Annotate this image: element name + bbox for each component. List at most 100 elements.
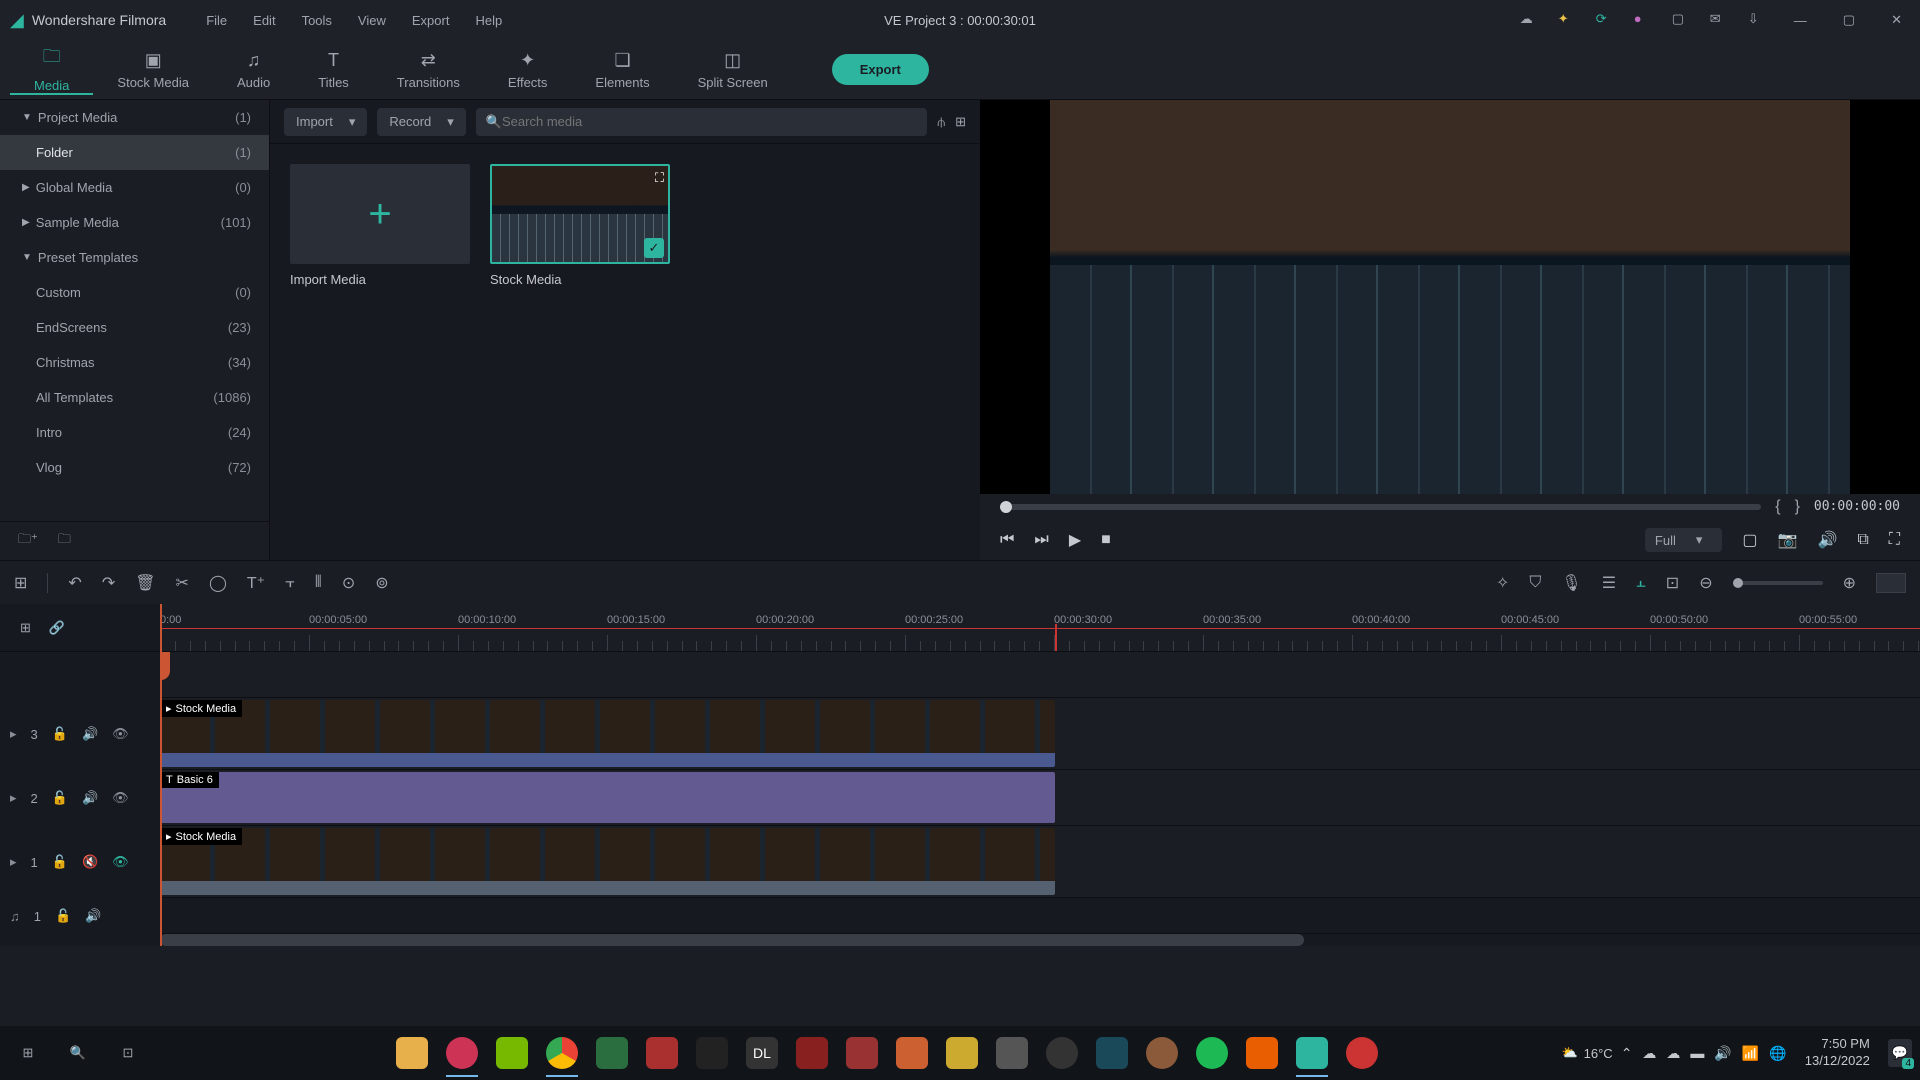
audio-button[interactable]: ⦀ xyxy=(315,574,322,592)
undo-button[interactable]: ↶ xyxy=(68,573,81,593)
search-button[interactable]: 🔍 xyxy=(58,1033,98,1073)
timeline-ruler[interactable]: 0:0000:00:05:0000:00:10:0000:00:15:0000:… xyxy=(160,604,1920,652)
track-audio-1[interactable] xyxy=(160,898,1920,934)
cloud-icon[interactable]: ☁ xyxy=(1520,11,1538,29)
folder-icon[interactable]: 🗀 xyxy=(58,530,71,552)
redo-button[interactable]: ↷ xyxy=(102,573,115,593)
import-dropdown[interactable]: Import▾ xyxy=(284,108,367,136)
taskbar-app-spotify[interactable] xyxy=(1188,1029,1236,1077)
timeline-scrollbar[interactable] xyxy=(160,934,1920,946)
menu-file[interactable]: File xyxy=(206,13,227,28)
lock-icon[interactable]: 🔓 xyxy=(52,854,68,870)
mixer-icon[interactable]: ☰ xyxy=(1602,573,1616,593)
minimize-button[interactable]: — xyxy=(1786,9,1815,32)
preview-quality-dropdown[interactable]: Full▾ xyxy=(1645,528,1722,552)
menu-edit[interactable]: Edit xyxy=(253,13,275,28)
sidebar-item-preset-templates[interactable]: ▼Preset Templates xyxy=(0,240,269,275)
start-button[interactable]: ⊞ xyxy=(8,1033,48,1073)
tray-lang-icon[interactable]: 🌐 xyxy=(1769,1045,1786,1062)
tray-battery-icon[interactable]: ▬ xyxy=(1690,1045,1704,1062)
mute-icon[interactable]: 🔊 xyxy=(82,790,98,806)
zoom-slider[interactable] xyxy=(1733,581,1823,585)
sidebar-item-project-media[interactable]: ▼Project Media(1) xyxy=(0,100,269,135)
taskbar-app-4[interactable]: DL xyxy=(738,1029,786,1077)
snapshot-icon[interactable]: 📷 xyxy=(1778,530,1798,550)
taskbar-clock[interactable]: 7:50 PM 13/12/2022 xyxy=(1795,1036,1880,1070)
delete-button[interactable]: 🗑 xyxy=(135,573,155,593)
zoom-out-button[interactable]: ⊖ xyxy=(1699,573,1712,593)
headset-icon[interactable]: ⟳ xyxy=(1596,11,1614,29)
taskbar-app-11[interactable] xyxy=(1088,1029,1136,1077)
taskbar-app-2[interactable] xyxy=(638,1029,686,1077)
fullscreen-icon[interactable]: ⛶ xyxy=(1889,531,1900,549)
sidebar-item-sample-media[interactable]: ▶Sample Media(101) xyxy=(0,205,269,240)
preview-canvas[interactable] xyxy=(980,100,1920,494)
scrub-knob[interactable] xyxy=(1000,501,1012,513)
speed-button[interactable]: ⊙ xyxy=(342,573,355,593)
filter-icon[interactable]: ⫛ xyxy=(937,114,945,130)
playhead[interactable] xyxy=(160,604,162,946)
menu-help[interactable]: Help xyxy=(475,13,502,28)
render-icon[interactable]: ✧ xyxy=(1496,573,1509,593)
next-frame-button[interactable]: ⏭ xyxy=(1034,531,1048,549)
taskbar-app-1[interactable] xyxy=(588,1029,636,1077)
user-avatar-icon[interactable]: ● xyxy=(1634,11,1652,29)
taskbar-app-10[interactable] xyxy=(1038,1029,1086,1077)
tab-audio[interactable]: ♫Audio xyxy=(213,50,294,90)
scrub-track[interactable] xyxy=(1000,504,1761,510)
lock-icon[interactable]: 🔓 xyxy=(55,908,71,924)
sidebar-item-folder[interactable]: Folder(1) xyxy=(0,135,269,170)
download-icon[interactable]: ⇩ xyxy=(1748,11,1766,29)
taskbar-app-filmora[interactable] xyxy=(1288,1029,1336,1077)
tray-onedrive-icon[interactable]: ☁ xyxy=(1666,1045,1680,1062)
mark-in-button[interactable]: { xyxy=(1775,498,1780,516)
adjust-button[interactable]: ⫟ xyxy=(285,574,295,592)
taskbar-app-chrome[interactable] xyxy=(538,1029,586,1077)
notification-button[interactable]: 💬4 xyxy=(1888,1039,1912,1067)
clip-stock-media-2[interactable]: ▸Stock Media xyxy=(160,828,1055,895)
detach-icon[interactable]: ⧉ xyxy=(1857,531,1868,549)
manage-tracks-icon[interactable]: ⊞ xyxy=(14,573,27,593)
sidebar-item-custom[interactable]: Custom(0) xyxy=(0,275,269,310)
track-title-2[interactable]: TBasic 6 xyxy=(160,770,1920,826)
fit-icon[interactable]: ⊡ xyxy=(1666,573,1679,593)
sidebar-item-all-templates[interactable]: All Templates(1086) xyxy=(0,380,269,415)
stop-button[interactable]: ■ xyxy=(1101,531,1111,549)
display-icon[interactable]: ▢ xyxy=(1742,530,1757,550)
taskbar-app-13[interactable] xyxy=(1338,1029,1386,1077)
color-button[interactable]: ⊚ xyxy=(375,573,388,593)
prev-frame-button[interactable]: ⏮ xyxy=(1000,531,1014,549)
visibility-icon[interactable]: 👁 xyxy=(112,790,129,806)
lock-icon[interactable]: 🔓 xyxy=(52,790,68,806)
close-button[interactable]: ✕ xyxy=(1883,8,1910,32)
taskbar-weather[interactable]: ⛅ 16°C xyxy=(1561,1045,1612,1061)
taskbar-app-nvidia[interactable] xyxy=(488,1029,536,1077)
crop-button[interactable]: ◯ xyxy=(209,573,227,593)
search-input[interactable] xyxy=(502,114,917,129)
tray-chevron-icon[interactable]: ⌃ xyxy=(1621,1045,1633,1062)
tray-volume-icon[interactable]: 🔊 xyxy=(1714,1045,1731,1062)
tab-stock-media[interactable]: ▣Stock Media xyxy=(93,50,213,90)
link-icon[interactable]: 🔗 xyxy=(49,620,65,636)
tab-media[interactable]: 🗀Media xyxy=(10,44,93,95)
taskbar-app-9[interactable] xyxy=(988,1029,1036,1077)
tab-effects[interactable]: ✦Effects xyxy=(484,50,572,90)
mark-out-button[interactable]: } xyxy=(1795,498,1800,516)
text-button[interactable]: T⁺ xyxy=(247,573,265,593)
voiceover-icon[interactable]: 🎙 xyxy=(1561,573,1581,593)
shield-icon[interactable]: ⛉ xyxy=(1529,574,1541,592)
clip-stock-media-1[interactable]: ▸Stock Media xyxy=(160,700,1055,767)
menu-export[interactable]: Export xyxy=(412,13,450,28)
sidebar-item-global-media[interactable]: ▶Global Media(0) xyxy=(0,170,269,205)
taskbar-app-5[interactable] xyxy=(788,1029,836,1077)
tab-titles[interactable]: TTitles xyxy=(294,50,373,90)
lock-icon[interactable]: 🔓 xyxy=(52,726,68,742)
search-media[interactable]: 🔍 xyxy=(476,108,928,136)
save-icon[interactable]: ▢ xyxy=(1672,11,1690,29)
taskbar-app-8[interactable] xyxy=(938,1029,986,1077)
marker-icon[interactable]: ⫠ xyxy=(1636,574,1646,592)
media-card-import-media[interactable]: +Import Media xyxy=(290,164,470,287)
system-tray[interactable]: ⌃ ☁ ☁ ▬ 🔊 📶 🌐 xyxy=(1621,1045,1787,1062)
split-button[interactable]: ✂ xyxy=(176,573,189,593)
taskbar-app-3[interactable] xyxy=(688,1029,736,1077)
